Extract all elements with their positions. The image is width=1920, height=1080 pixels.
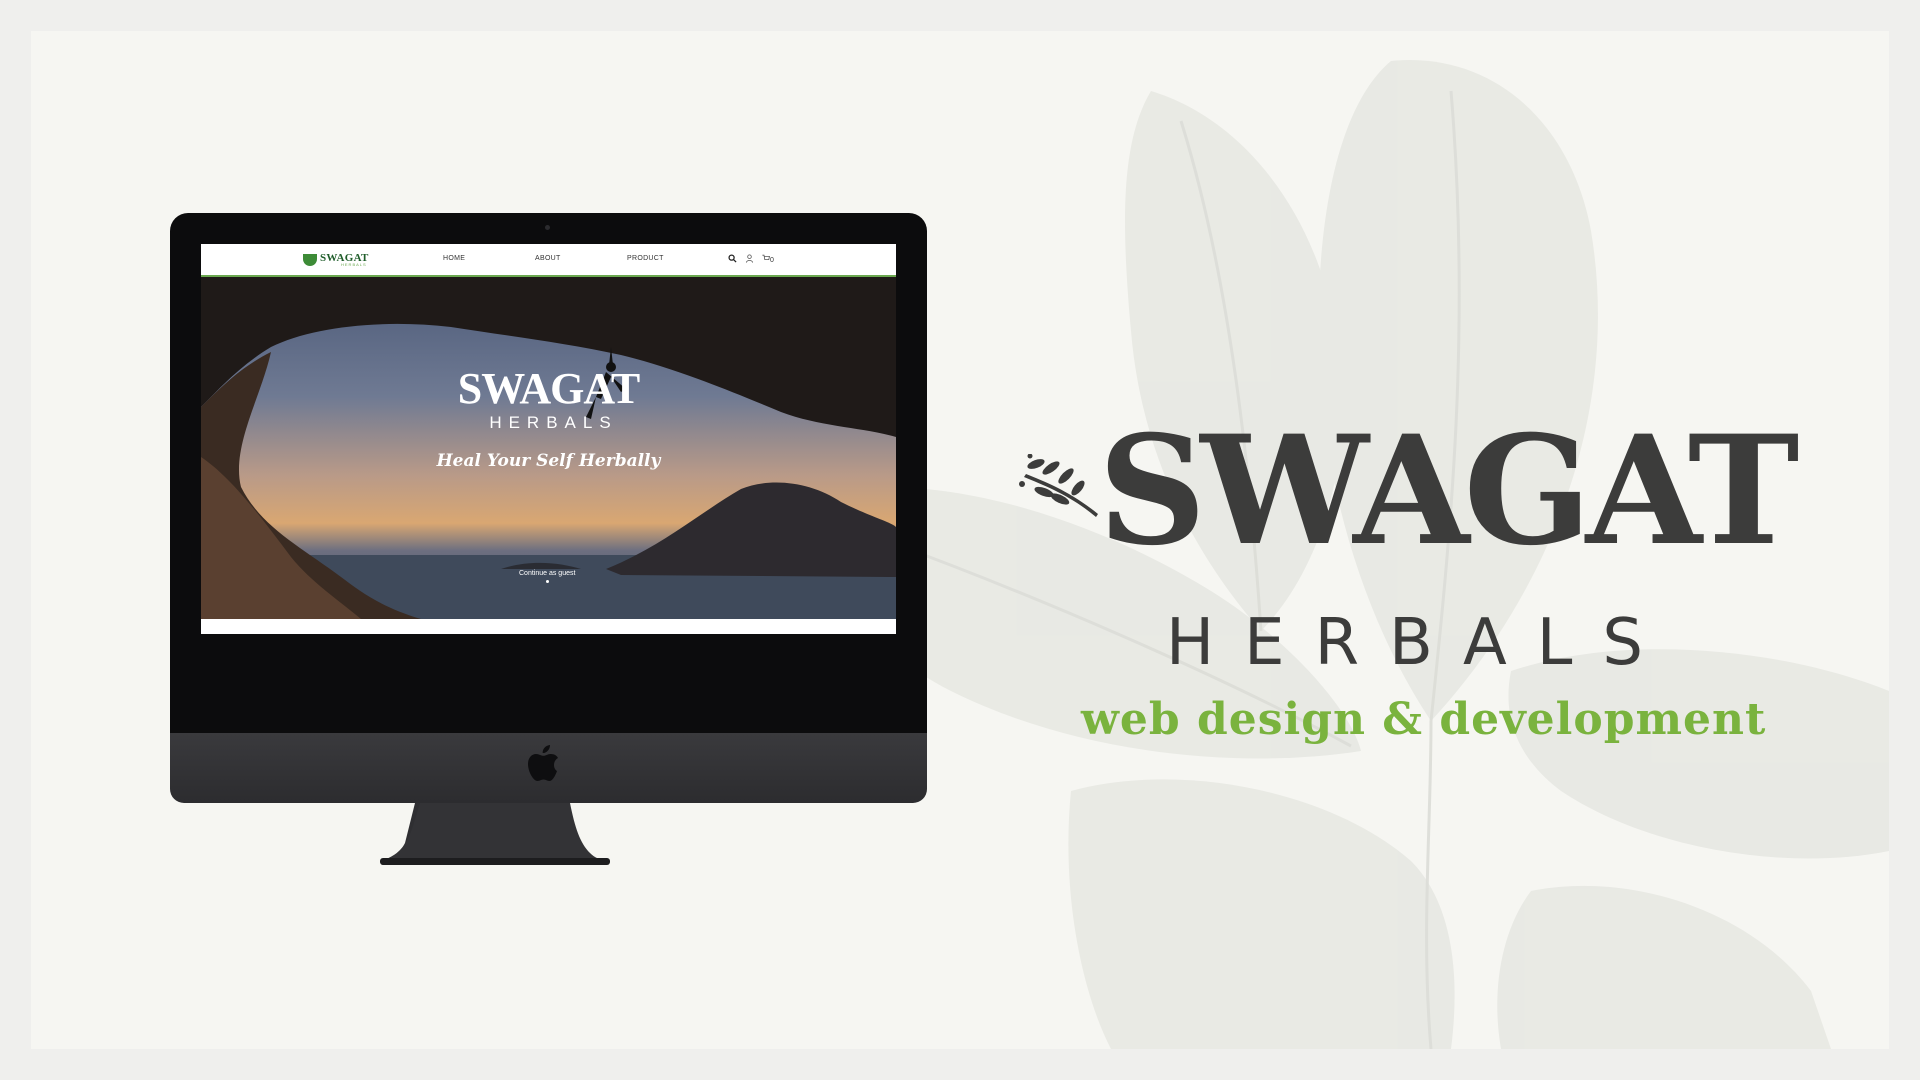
presentation-canvas: SWAGAT HERBALS HOME ABOUT PRODUCT 0 SWAG… — [31, 31, 1889, 1049]
site-footer-strip — [201, 619, 896, 634]
imac-mockup: SWAGAT HERBALS HOME ABOUT PRODUCT 0 SWAG… — [170, 213, 927, 865]
hero-photo — [201, 277, 896, 619]
scroll-indicator — [546, 580, 549, 583]
hero-brand: SWAGAT HERBALS — [201, 367, 896, 433]
hero-banner: SWAGAT HERBALS Heal Your Self Herbally C… — [201, 277, 896, 619]
brand-title: SWAGAT — [1098, 403, 1799, 579]
monitor-chin — [170, 733, 927, 803]
leaf-sprig-icon — [1019, 454, 1098, 517]
website-screen: SWAGAT HERBALS HOME ABOUT PRODUCT 0 SWAG… — [201, 244, 896, 634]
brand-lockup: SWAGAT HERBALS web design & development — [1016, 416, 1799, 766]
hero-tagline: Heal Your Self Herbally — [436, 451, 661, 471]
brand-tagline: web design & development — [1081, 694, 1767, 745]
cart-button[interactable]: 0 — [762, 254, 774, 264]
cart-count: 0 — [770, 257, 775, 264]
apple-logo-icon — [528, 745, 558, 781]
brand-subtitle: HERBALS — [1166, 606, 1673, 680]
nav-home[interactable]: HOME — [443, 255, 465, 262]
search-icon[interactable] — [728, 254, 737, 263]
mortar-bowl-icon — [303, 254, 317, 266]
camera-dot — [545, 225, 550, 230]
cart-icon — [762, 254, 770, 260]
continue-as-guest-link[interactable]: Continue as guest — [519, 570, 575, 577]
monitor-bezel: SWAGAT HERBALS HOME ABOUT PRODUCT 0 SWAG… — [170, 213, 927, 733]
nav-product[interactable]: PRODUCT — [627, 255, 664, 262]
nav-about[interactable]: ABOUT — [535, 255, 561, 262]
monitor-stand — [380, 803, 610, 865]
hero-title: SWAGAT — [457, 364, 640, 413]
site-logo-sub: HERBALS — [341, 262, 367, 267]
hero-subtitle: HERBALS — [489, 413, 618, 432]
user-icon[interactable] — [745, 254, 754, 263]
site-navbar: SWAGAT HERBALS HOME ABOUT PRODUCT 0 — [201, 244, 896, 277]
